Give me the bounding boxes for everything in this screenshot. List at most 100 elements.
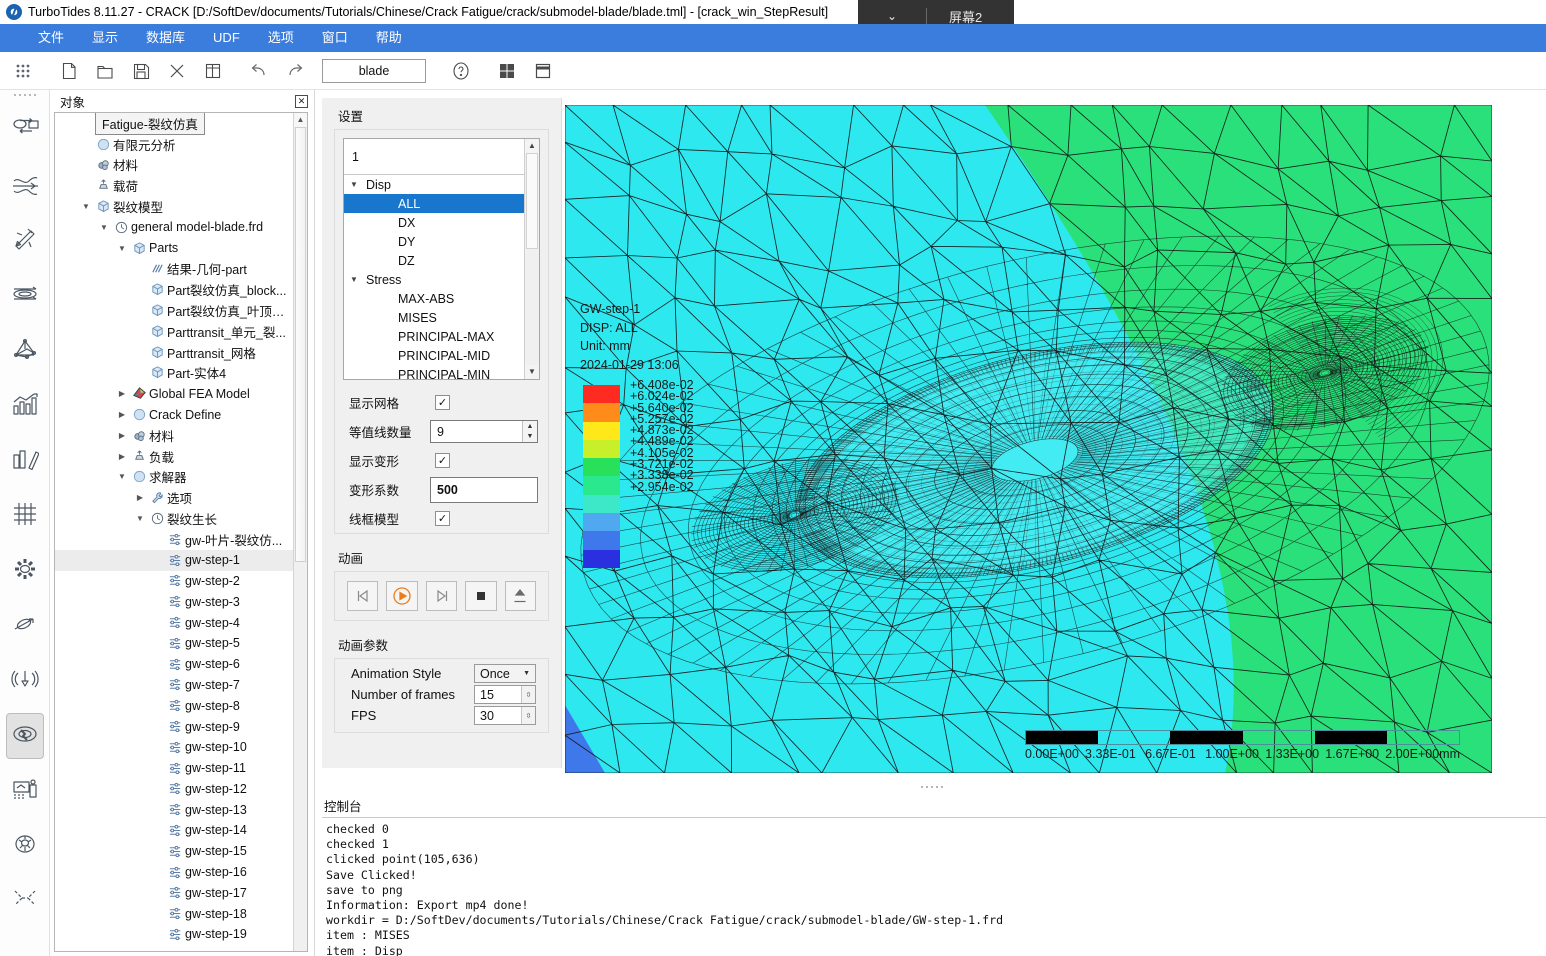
result-item[interactable]: ALL [344, 194, 524, 213]
table-icon[interactable] [196, 56, 230, 86]
rail-item-vibration-icon[interactable] [6, 658, 44, 704]
undo-icon[interactable] [242, 56, 276, 86]
stepper-buttons[interactable]: ▲ ▼ [522, 421, 537, 442]
tree-node[interactable]: gw-step-8 [55, 695, 293, 716]
rail-item-3d-mesh-icon[interactable] [6, 328, 44, 374]
tree-twisty[interactable]: ▶ [115, 452, 129, 461]
window-icon[interactable] [526, 56, 560, 86]
tree-node[interactable]: gw-叶片-裂纹仿... [55, 529, 293, 550]
tree-node[interactable]: gw-step-6 [55, 654, 293, 675]
result-twisty[interactable]: ▼ [350, 275, 366, 284]
tree-node[interactable]: gw-step-3 [55, 591, 293, 612]
tree-node[interactable]: ▶ 材料 [55, 425, 293, 446]
result-item[interactable]: PRINCIPAL-MIN [344, 365, 524, 380]
tree-node[interactable]: Parttransit_单元_裂... [55, 321, 293, 342]
tree-node[interactable]: Parttransit_网格 [55, 342, 293, 363]
tree-node[interactable]: gw-step-1 [55, 549, 293, 571]
tree-node[interactable]: 结果-几何-part [55, 259, 293, 280]
scroll-thumb[interactable] [295, 127, 306, 562]
horizontal-splitter[interactable] [318, 783, 1546, 791]
chevron-down-icon[interactable]: ⌄ [858, 9, 926, 23]
tree-node[interactable]: gw-step-13 [55, 799, 293, 820]
wireframe-checkbox[interactable]: ✓ [435, 511, 450, 526]
model-name-input[interactable]: blade [322, 58, 426, 83]
export-icon[interactable] [504, 581, 537, 611]
result-item[interactable]: PRINCIPAL-MAX [344, 327, 524, 346]
tree-node[interactable]: Part-实体4 [55, 363, 293, 384]
chevron-down-icon[interactable]: ▼ [523, 670, 530, 677]
rail-item-fatigue-crack-icon[interactable] [5, 713, 44, 759]
tree-node[interactable]: gw-step-15 [55, 841, 293, 862]
fea-result-viewport[interactable]: GW-step-1 DISP: ALL Unit: mm 2024-01-29 13:… [565, 105, 1492, 773]
step-value[interactable]: 1 [344, 139, 539, 175]
tree-node[interactable]: ▼ 求解器 [55, 467, 293, 488]
tree-twisty[interactable]: ▼ [115, 472, 129, 481]
help-circle-icon[interactable] [444, 56, 478, 86]
anim-param-stepper[interactable]: 15 ⇳ [474, 685, 536, 704]
tree-node[interactable]: ▼ 裂纹生长 [55, 508, 293, 529]
menu-item-1[interactable]: 显示 [78, 24, 132, 52]
rail-item-flow-channel-icon[interactable] [6, 163, 44, 209]
tree-twisty[interactable]: ▶ [115, 431, 129, 440]
tree-node[interactable]: gw-step-11 [55, 758, 293, 779]
result-item[interactable]: MISES [344, 308, 524, 327]
objects-tree[interactable]: Fatigue-裂纹仿真 有限元分析 材料 载荷 ▼ 裂纹模型 ▼ general model… [55, 113, 293, 951]
rail-item-design-pencil-icon[interactable] [6, 218, 44, 264]
rail-item-bar-chart-icon[interactable] [6, 438, 44, 484]
result-item[interactable]: ▼ Stress [344, 270, 524, 289]
rail-item-grid-mesh-icon[interactable] [6, 493, 44, 539]
tree-twisty[interactable]: ▼ [115, 244, 129, 253]
stepper-arrows-icon[interactable]: ⇳ [521, 686, 535, 703]
tree-node[interactable]: ▼ 裂纹模型 [55, 196, 293, 217]
menu-item-2[interactable]: 数据库 [132, 24, 199, 52]
result-twisty[interactable]: ▼ [350, 180, 366, 189]
tree-node[interactable]: 材料 [55, 155, 293, 176]
rail-item-impeller-flow-icon[interactable] [6, 273, 44, 319]
tree-node[interactable]: gw-step-19 [55, 924, 293, 945]
open-folder-icon[interactable] [88, 56, 122, 86]
rail-item-ai-brain-icon[interactable] [6, 823, 44, 869]
tree-node[interactable]: gw-step-2 [55, 571, 293, 592]
redo-icon[interactable] [278, 56, 312, 86]
show-mesh-checkbox[interactable]: ✓ [435, 395, 450, 410]
tree-twisty[interactable]: ▼ [133, 514, 147, 523]
tree-node[interactable]: Fatigue-裂纹仿真 [55, 113, 293, 135]
stop-icon[interactable] [465, 581, 497, 611]
result-item[interactable]: PRINCIPAL-MID [344, 346, 524, 365]
grid-apps-icon[interactable] [6, 56, 40, 86]
scroll-up-icon[interactable]: ▲ [525, 139, 539, 153]
tree-node[interactable]: gw-step-7 [55, 675, 293, 696]
tree-node[interactable]: gw-step-10 [55, 737, 293, 758]
menu-item-3[interactable]: UDF [199, 24, 254, 52]
anim-param-stepper[interactable]: 30 ⇳ [474, 706, 536, 725]
menu-item-6[interactable]: 帮助 [362, 24, 416, 52]
stepper-up-icon[interactable]: ▲ [523, 421, 537, 432]
rail-item-report-export-icon[interactable] [6, 768, 44, 814]
result-scrollbar[interactable]: ▲ ▼ [524, 139, 539, 379]
close-icon[interactable]: ✕ [295, 94, 308, 108]
fea-mesh-render[interactable] [565, 105, 1492, 773]
animation-style-select[interactable]: Once ▼ [474, 664, 536, 683]
tree-node[interactable]: ▼ Parts [55, 238, 293, 259]
scroll-down-icon[interactable]: ▼ [525, 365, 539, 379]
tree-node[interactable]: gw-step-17 [55, 882, 293, 903]
new-file-icon[interactable] [52, 56, 86, 86]
tree-twisty[interactable]: ▼ [97, 223, 111, 232]
stepper-arrows-icon[interactable]: ⇳ [521, 707, 535, 724]
deform-factor-input[interactable]: 500 [430, 476, 538, 503]
result-item[interactable]: DX [344, 213, 524, 232]
tree-node[interactable]: gw-step-18 [55, 903, 293, 924]
tree-node[interactable]: gw-step-5 [55, 633, 293, 654]
tree-node[interactable]: 载荷 [55, 175, 293, 196]
tree-node[interactable]: gw-step-9 [55, 716, 293, 737]
tree-node[interactable]: ▶ 负载 [55, 446, 293, 467]
skip-back-icon[interactable] [347, 581, 379, 611]
close-x-icon[interactable] [160, 56, 194, 86]
objects-tree-scrollbar[interactable]: ▲ [293, 113, 307, 951]
contour-count-stepper[interactable]: 9 ▲ ▼ [430, 420, 538, 443]
tree-node[interactable]: ▶ 选项 [55, 487, 293, 508]
tree-node[interactable]: gw-step-14 [55, 820, 293, 841]
result-item[interactable]: DY [344, 232, 524, 251]
tree-node[interactable]: ▶ Crack Define [55, 404, 293, 425]
rail-item-performance-chart-icon[interactable] [6, 383, 44, 429]
